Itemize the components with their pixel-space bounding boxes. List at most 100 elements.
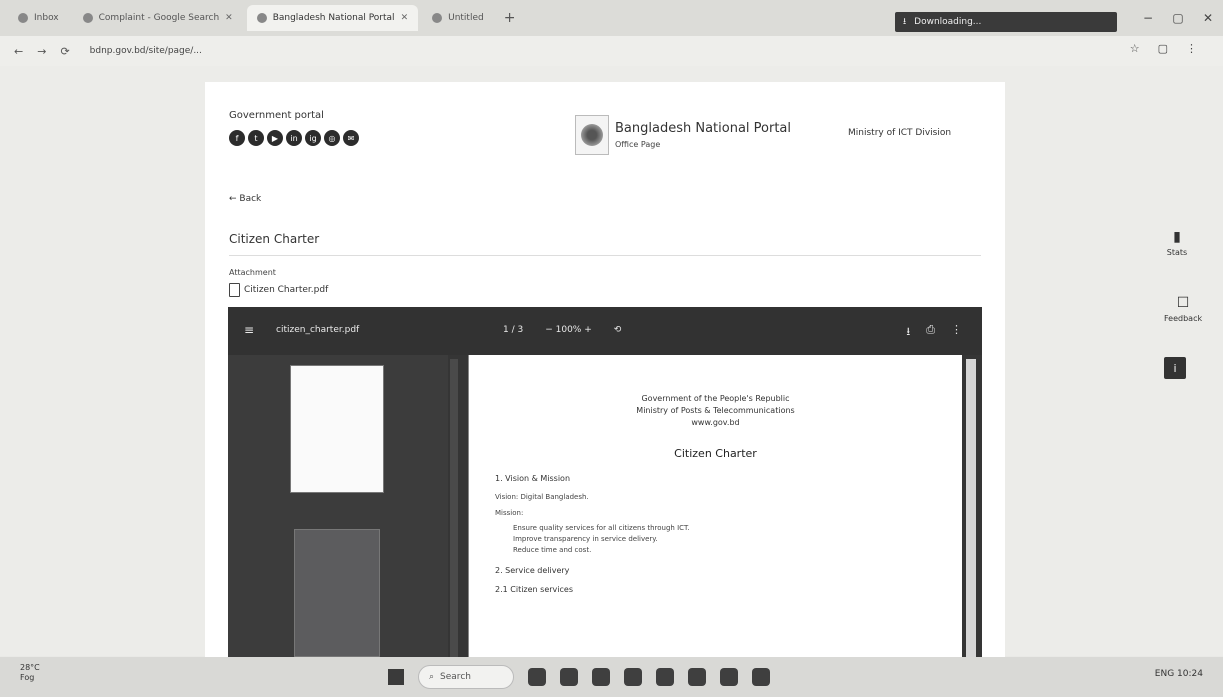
bar-chart-icon: ▮ <box>1173 229 1181 245</box>
forward-button[interactable]: → <box>37 45 46 58</box>
page-indicator[interactable]: 1 / 3 <box>503 325 523 335</box>
social-links: f t ▶ in ig ◎ ✉ <box>229 130 359 146</box>
tab-label: Complaint - Google Search <box>98 13 220 23</box>
back-link[interactable]: ← Back <box>229 194 261 204</box>
instagram-icon[interactable]: ig <box>305 130 321 146</box>
zoom-control[interactable]: − 100% + <box>545 325 592 335</box>
doc-list-item: Improve transparency in service delivery… <box>513 535 658 543</box>
mail-icon[interactable]: ✉ <box>343 130 359 146</box>
portal-title: Bangladesh National Portal <box>615 121 792 136</box>
task-view-icon[interactable] <box>528 668 546 686</box>
portal-subtitle: Office Page <box>615 140 661 149</box>
side-label: Stats <box>1166 248 1188 257</box>
linkedin-icon[interactable]: in <box>286 130 302 146</box>
download-indicator[interactable]: ⭳ Downloading... <box>895 12 1117 32</box>
twitter-icon[interactable]: t <box>248 130 264 146</box>
back-button[interactable]: ← <box>14 45 23 58</box>
close-window-button[interactable]: ✕ <box>1193 11 1223 25</box>
chrome-icon[interactable] <box>720 668 738 686</box>
window-controls: − ▢ ✕ <box>1133 0 1223 36</box>
pdf-scrollbar[interactable] <box>966 359 976 657</box>
reload-button[interactable]: ⟳ <box>60 45 69 58</box>
chat-icon: ☐ <box>1176 295 1190 311</box>
minimize-button[interactable]: − <box>1133 11 1163 25</box>
doc-list-item: Reduce time and cost. <box>513 546 592 554</box>
favicon-icon <box>256 13 267 23</box>
page-thumbnail-2[interactable] <box>294 529 380 657</box>
doc-paragraph: Vision: Digital Bangladesh. <box>495 493 589 501</box>
tab-label: Untitled <box>448 13 484 23</box>
divider <box>229 255 981 256</box>
store-icon[interactable] <box>624 668 642 686</box>
doc-paragraph: Mission: <box>495 509 524 517</box>
page-title: Citizen Charter <box>229 232 320 246</box>
extensions-icon[interactable]: ▢ <box>1158 42 1168 55</box>
attachment-filename: Citizen Charter.pdf <box>244 285 329 295</box>
close-icon[interactable]: ✕ <box>401 13 409 23</box>
taskbar-search[interactable]: ⌕ Search <box>418 665 514 689</box>
web-icon[interactable]: ◎ <box>324 130 340 146</box>
print-icon[interactable]: ⎙ <box>926 323 935 342</box>
tab-untitled[interactable]: Untitled <box>422 5 494 31</box>
attachment-link[interactable]: Citizen Charter.pdf <box>229 283 328 297</box>
start-icon[interactable] <box>388 669 404 685</box>
rotate-icon[interactable]: ⟲ <box>614 325 622 335</box>
pdf-toolbar: ≡ citizen_charter.pdf 1 / 3 − 100% + ⟲ ⭳… <box>228 307 982 355</box>
page-thumbnail-1[interactable] <box>290 365 384 493</box>
tab-inbox[interactable]: Inbox <box>8 5 69 31</box>
doc-heading: 2.1 Citizen services <box>495 585 573 594</box>
office-name: Ministry of ICT Division <box>848 128 952 138</box>
address-bar[interactable]: bdnp.gov.bd/site/page/... <box>90 46 202 56</box>
doc-header-line: Government of the People's Republic <box>641 394 790 403</box>
tab-search[interactable]: Complaint - Google Search ✕ <box>73 5 243 31</box>
site-logo-text: Government portal <box>229 110 324 121</box>
favicon-icon <box>18 13 28 23</box>
menu-icon[interactable]: ≡ <box>244 323 254 337</box>
side-info[interactable]: i <box>1164 357 1186 379</box>
favicon-icon <box>432 13 443 23</box>
doc-header-line: www.gov.bd <box>691 418 740 427</box>
file-explorer-icon[interactable] <box>560 668 578 686</box>
system-tray[interactable]: ENG 10:24 <box>1155 669 1203 679</box>
doc-title: Citizen Charter <box>674 447 757 460</box>
search-icon: ⌕ <box>429 672 435 682</box>
tab-label: Inbox <box>34 13 59 23</box>
mail-app-icon[interactable] <box>656 668 674 686</box>
pdf-controls: 1 / 3 − 100% + ⟲ <box>503 325 621 335</box>
side-label: Feedback <box>1164 314 1203 323</box>
weather-desc: Fog <box>20 673 35 682</box>
app-icon[interactable] <box>752 668 770 686</box>
browser-toolbar: ← → ⟳ bdnp.gov.bd/site/page/... <box>0 36 1223 66</box>
portal-brand[interactable]: Bangladesh National Portal Office Page <box>575 115 791 155</box>
doc-heading: 2. Service delivery <box>495 566 570 575</box>
side-stats[interactable]: ▮ Stats <box>1164 226 1190 257</box>
doc-header-line: Ministry of Posts & Telecommunications <box>636 406 795 415</box>
browser-icon[interactable] <box>592 668 610 686</box>
pdf-actions: ⭳ ⎙ ⋮ <box>906 323 962 342</box>
youtube-icon[interactable]: ▶ <box>267 130 283 146</box>
taskbar: 28°C Fog ⌕ Search ENG 10:24 <box>0 657 1223 697</box>
close-icon[interactable]: ✕ <box>225 13 233 23</box>
side-feedback[interactable]: ☐ Feedback <box>1164 292 1202 323</box>
maximize-button[interactable]: ▢ <box>1163 11 1193 25</box>
info-icon: i <box>1164 357 1186 379</box>
download-icon[interactable]: ⭳ <box>906 323 910 342</box>
tab-label: Bangladesh National Portal <box>272 13 395 23</box>
portal-logo-icon <box>575 115 609 155</box>
bookmark-icon[interactable]: ☆ <box>1130 42 1140 55</box>
facebook-icon[interactable]: f <box>229 130 245 146</box>
pdf-file-icon <box>229 283 240 297</box>
weather-temp: 28°C <box>20 663 40 672</box>
search-placeholder: Search <box>440 672 471 682</box>
doc-list-item: Ensure quality services for all citizens… <box>513 524 690 532</box>
new-tab-button[interactable]: + <box>498 10 522 26</box>
taskbar-apps: ⌕ Search <box>388 665 770 689</box>
toolbar-actions: ☆ ▢ ⋮ <box>1130 42 1197 55</box>
tab-portal[interactable]: Bangladesh National Portal ✕ <box>246 5 419 31</box>
favicon-icon <box>82 13 93 23</box>
menu-icon[interactable]: ⋮ <box>1186 42 1197 55</box>
weather-widget[interactable]: 28°C Fog <box>20 663 40 683</box>
more-options-icon[interactable]: ⋮ <box>951 323 962 342</box>
thumbnail-scrollbar[interactable] <box>450 359 458 657</box>
edge-icon[interactable] <box>688 668 706 686</box>
